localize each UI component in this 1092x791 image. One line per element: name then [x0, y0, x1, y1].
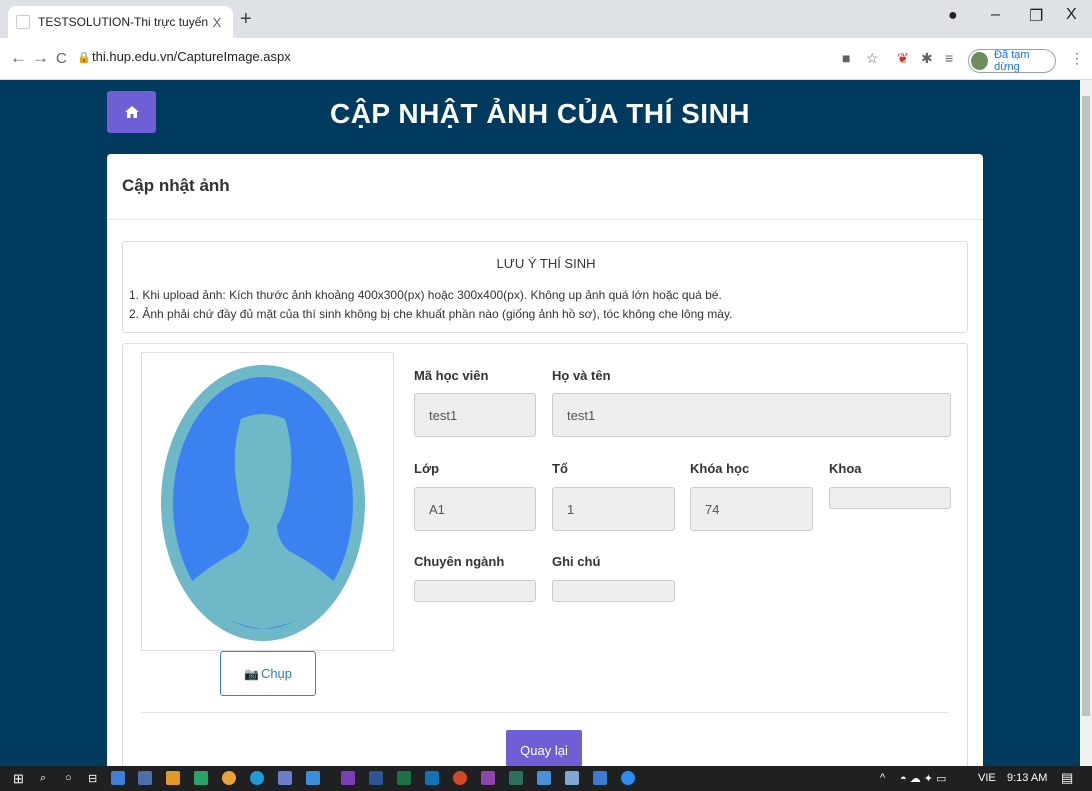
app-icon[interactable]	[537, 771, 551, 785]
excel-icon[interactable]	[397, 771, 411, 785]
faculty-field[interactable]	[829, 487, 951, 509]
language-indicator[interactable]: VIE	[978, 772, 996, 784]
extension-icon[interactable]: ❦	[897, 50, 909, 67]
full-name-label: Họ và tên	[552, 368, 611, 383]
student-id-label: Mã học viên	[414, 368, 489, 383]
scrollbar-thumb[interactable]	[1082, 96, 1090, 716]
reload-icon[interactable]: C	[56, 50, 67, 67]
tab-close-button[interactable]: X	[209, 15, 225, 30]
powerpoint-icon[interactable]	[453, 771, 467, 785]
student-form: 📷 Chụp Mã học viên test1 Họ và tên test1…	[122, 343, 968, 766]
major-label: Chuyên ngành	[414, 554, 505, 569]
avatar	[971, 52, 989, 70]
word-icon[interactable]	[369, 771, 383, 785]
visual-studio-icon[interactable]	[481, 771, 495, 785]
photo-frame	[141, 352, 394, 651]
tray-chevron-icon[interactable]: ^	[880, 772, 885, 784]
notice-box: LƯU Ý THÍ SINH 1. Khi upload ảnh: Kích t…	[122, 241, 968, 333]
bookmark-star-icon[interactable]: ☆	[866, 50, 879, 67]
browser-tab[interactable]: TESTSOLUTION-Thi trực tuyến X	[8, 6, 233, 38]
page-body: CẬP NHẬT ẢNH CỦA THÍ SINH Cập nhật ảnh L…	[0, 80, 1080, 766]
profile-dot-icon[interactable]: ●	[948, 7, 958, 25]
app-icon[interactable]	[138, 771, 152, 785]
onenote-icon[interactable]	[341, 771, 355, 785]
note-label: Ghi chú	[552, 554, 601, 569]
zalo-icon[interactable]	[621, 771, 635, 785]
app-icon[interactable]	[565, 771, 579, 785]
favicon-icon	[16, 15, 30, 29]
app-icon[interactable]	[425, 771, 439, 785]
windows-start-icon[interactable]: ⊞	[13, 771, 24, 787]
app-icon[interactable]	[111, 771, 125, 785]
card-header: Cập nhật ảnh	[107, 154, 983, 220]
address-bar: ← → C 🔒 thi.hup.edu.vn/CaptureImage.aspx…	[0, 38, 1092, 80]
edge-icon[interactable]	[250, 771, 264, 785]
app-icon[interactable]	[166, 771, 180, 785]
student-id-field[interactable]: test1	[414, 393, 536, 437]
group-label: Tổ	[552, 461, 568, 476]
class-label: Lớp	[414, 461, 440, 476]
back-arrow-icon[interactable]: ←	[10, 48, 27, 68]
major-field[interactable]	[414, 580, 536, 602]
extensions-puzzle-icon[interactable]: ✱	[921, 50, 933, 67]
app-icon[interactable]	[278, 771, 292, 785]
lock-icon[interactable]: 🔒	[77, 51, 91, 64]
clock[interactable]: 9:13 AM	[1007, 772, 1047, 784]
camera-icon[interactable]: ■	[842, 50, 850, 66]
restore-button[interactable]: ❐	[1029, 6, 1043, 26]
minimize-button[interactable]: –	[991, 6, 1000, 24]
search-icon[interactable]: ⌕	[40, 772, 46, 785]
update-photo-card: Cập nhật ảnh LƯU Ý THÍ SINH 1. Khi uploa…	[107, 154, 983, 766]
forward-arrow-icon[interactable]: →	[32, 48, 49, 68]
reading-list-icon[interactable]: ≡	[945, 50, 953, 66]
tab-title: TESTSOLUTION-Thi trực tuyến	[38, 15, 209, 29]
chrome-icon[interactable]	[222, 771, 236, 785]
faculty-label: Khoa	[829, 461, 862, 476]
menu-kebab-icon[interactable]: ⋮	[1070, 50, 1084, 67]
tray-icons[interactable]: ◓ ☁ ✦ ▭	[900, 772, 946, 785]
camera-icon: 📷	[243, 666, 259, 681]
profile-paused-button[interactable]: Đã tạm dừng	[968, 49, 1056, 73]
store-icon[interactable]	[306, 771, 320, 785]
course-field[interactable]: 74	[690, 487, 813, 531]
browser-tab-bar: TESTSOLUTION-Thi trực tuyến X + ● – ❐ X	[0, 0, 1092, 38]
divider	[141, 712, 949, 713]
url-field[interactable]: thi.hup.edu.vn/CaptureImage.aspx	[92, 49, 291, 64]
class-field[interactable]: A1	[414, 487, 536, 531]
notice-line-2: 2. Ảnh phải chứ đầy đủ mặt của thí sinh …	[129, 307, 733, 321]
profile-status: Đã tạm dừng	[994, 49, 1030, 73]
task-view-icon[interactable]: ⊟	[88, 772, 97, 785]
cortana-icon[interactable]: ○	[65, 772, 72, 784]
capture-button[interactable]: 📷 Chụp	[220, 651, 316, 696]
page-scrollbar[interactable]	[1080, 80, 1092, 766]
card-title: Cập nhật ảnh	[122, 176, 230, 195]
app-icon[interactable]	[509, 771, 523, 785]
notice-line-1: 1. Khi upload ảnh: Kích thước ảnh khoảng…	[129, 288, 722, 302]
note-field[interactable]	[552, 580, 675, 602]
full-name-field[interactable]: test1	[552, 393, 951, 437]
avatar-placeholder-icon	[161, 365, 365, 641]
group-field[interactable]: 1	[552, 487, 675, 531]
notification-icon[interactable]: ▤	[1061, 770, 1073, 786]
new-tab-button[interactable]: +	[240, 8, 252, 31]
notice-title: LƯU Ý THÍ SINH	[496, 256, 596, 271]
capture-label: Chụp	[260, 666, 293, 681]
course-label: Khóa học	[690, 461, 750, 476]
back-button[interactable]: Quay lại	[506, 730, 582, 766]
close-window-button[interactable]: X	[1066, 6, 1077, 24]
app-icon[interactable]	[194, 771, 208, 785]
windows-taskbar: ⊞ ⌕ ○ ⊟ ^ ◓ ☁ ✦ ▭ VIE 9:13 AM ▤	[0, 766, 1092, 791]
app-icon[interactable]	[593, 771, 607, 785]
page-title: CẬP NHẬT ẢNH CỦA THÍ SINH	[329, 98, 751, 129]
